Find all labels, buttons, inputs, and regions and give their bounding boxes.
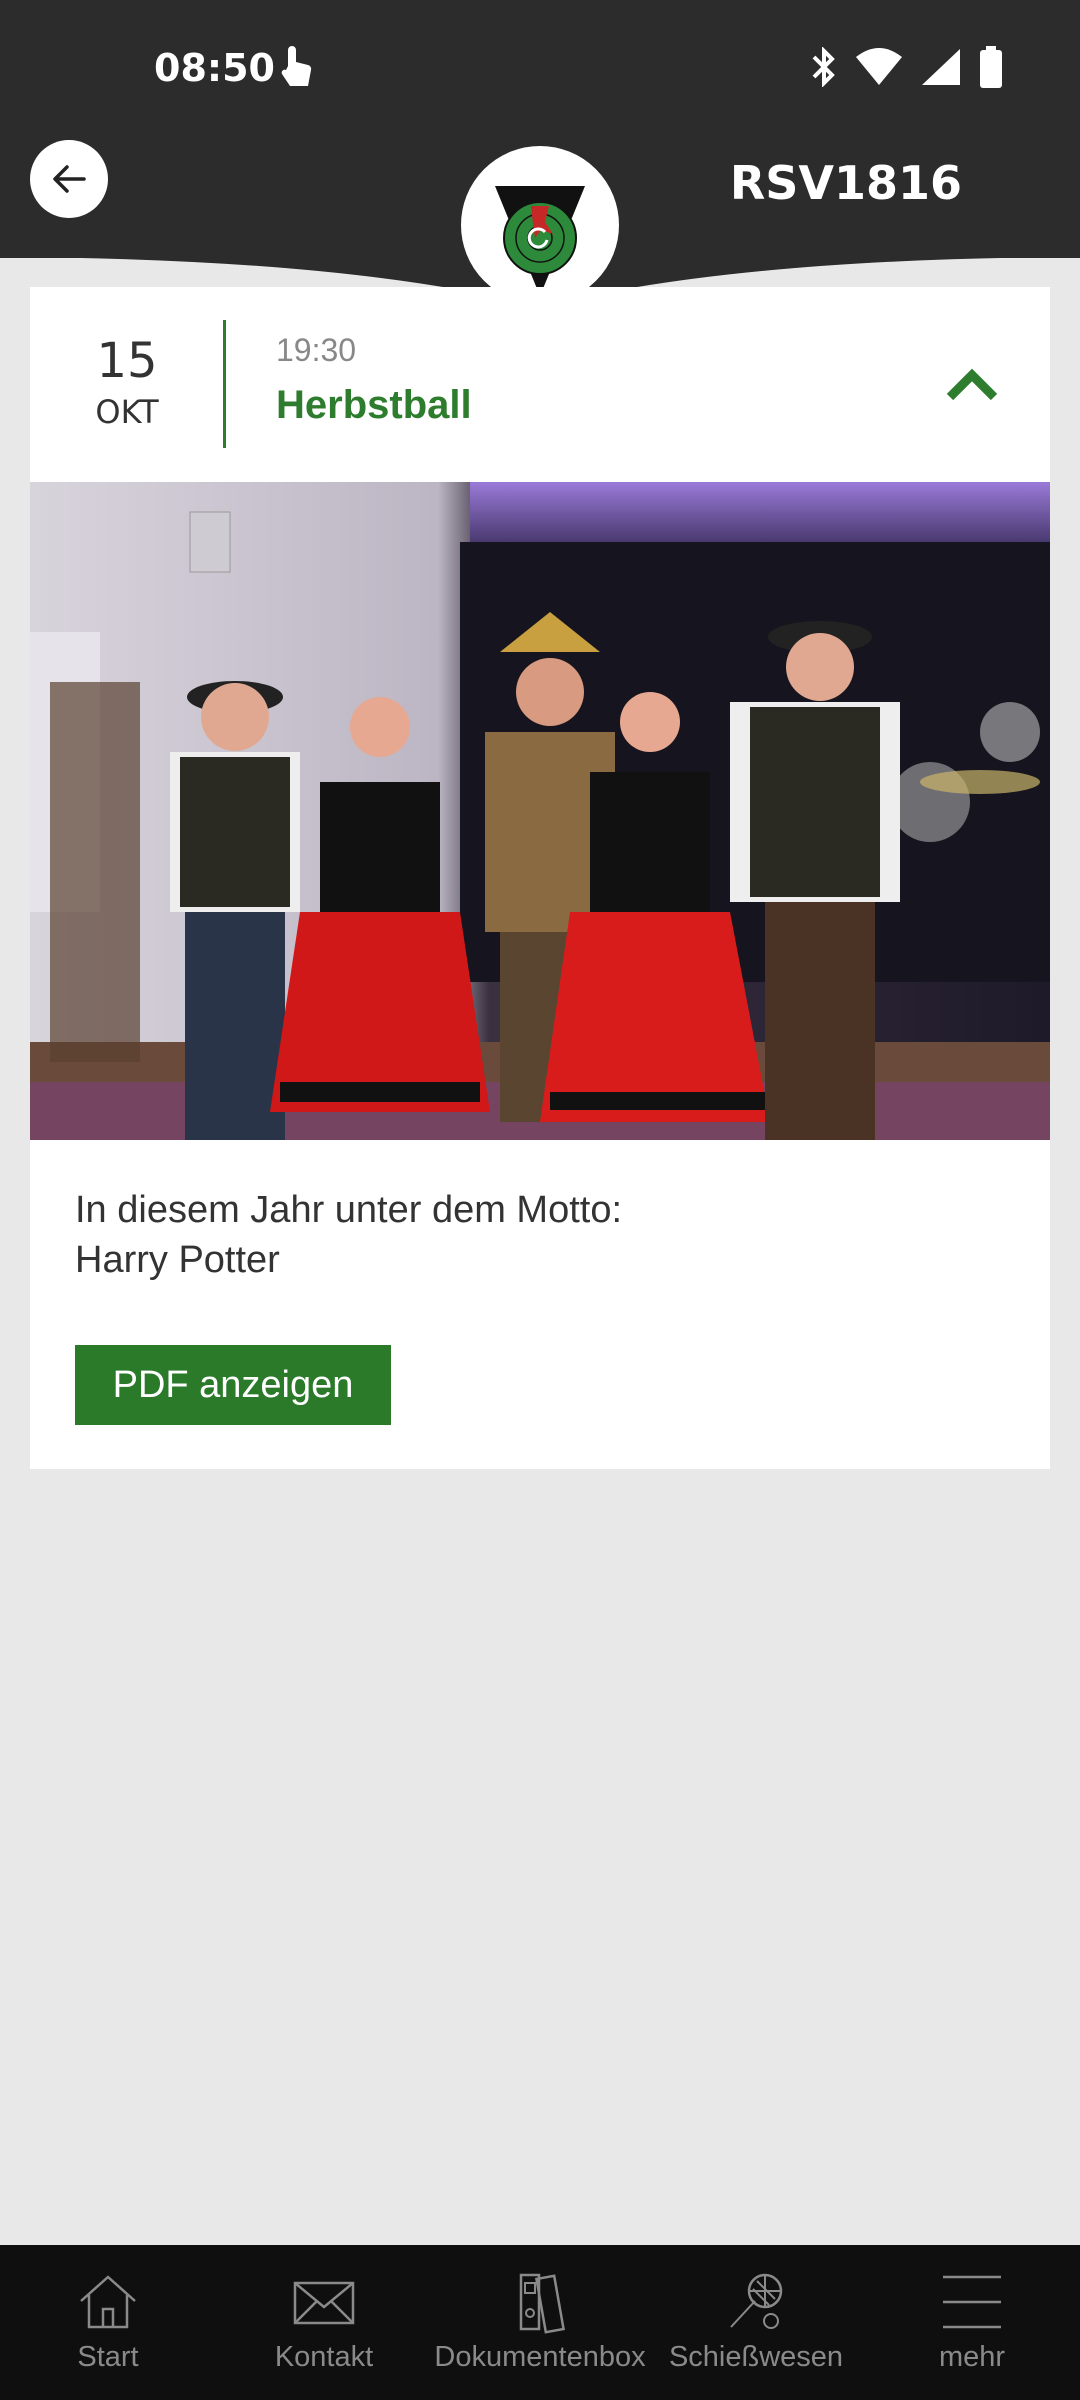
binders-icon — [519, 2273, 565, 2334]
battery-icon — [980, 46, 1002, 88]
signal-icon — [922, 49, 960, 85]
app-title: RSV1816 — [729, 156, 962, 210]
date-divider — [223, 320, 226, 448]
nav-item-kontakt[interactable]: Kontakt — [216, 2245, 432, 2400]
bluetooth-icon — [812, 47, 835, 87]
event-month: OKT — [95, 393, 159, 431]
menu-icon — [943, 2275, 1001, 2329]
nav-item-mehr[interactable]: mehr — [864, 2245, 1080, 2400]
event-photo — [30, 482, 1050, 1140]
event-title: Herbstball — [276, 383, 472, 427]
status-icons — [810, 46, 1004, 88]
event-day: 15 — [96, 333, 158, 389]
wifi-icon — [856, 48, 902, 85]
description-line-2: Harry Potter — [75, 1239, 280, 1281]
nav-item-schiesswesen[interactable]: Schießwesen — [648, 2245, 864, 2400]
nav-label-schiesswesen: Schießwesen — [668, 2341, 844, 2373]
nav-item-dokumentenbox[interactable]: Dokumentenbox — [432, 2245, 648, 2400]
nav-label-start: Start — [77, 2341, 139, 2373]
description-line-1: In diesem Jahr unter dem Motto: — [75, 1189, 623, 1231]
arrow-left-icon — [53, 165, 86, 193]
event-card: 15 OKT 19:30 Herbstball In diesem Jahr u… — [30, 287, 1050, 1469]
target-racket-icon — [730, 2273, 783, 2329]
event-time: 19:30 — [276, 332, 357, 368]
nav-label-mehr: mehr — [938, 2341, 1006, 2373]
nav-label-kontakt: Kontakt — [274, 2341, 374, 2373]
back-button[interactable] — [30, 140, 108, 218]
mail-icon — [293, 2281, 355, 2325]
pdf-button[interactable]: PDF anzeigen — [75, 1345, 391, 1425]
home-icon — [80, 2275, 136, 2329]
chevron-up-icon[interactable] — [946, 367, 998, 403]
status-bar: 08:50 — [0, 0, 1080, 140]
event-description: In diesem Jahr unter dem Motto: Harry Po… — [75, 1185, 1005, 1285]
club-logo — [457, 142, 623, 308]
status-time: 08:50 — [154, 46, 275, 90]
nav-label-dokumentenbox: Dokumentenbox — [434, 2341, 646, 2373]
nav-item-start[interactable]: Start — [0, 2245, 216, 2400]
touch-icon — [281, 46, 312, 86]
bottom-navigation: Start Kontakt Dokumentenbox Schießwesen … — [0, 2245, 1080, 2400]
